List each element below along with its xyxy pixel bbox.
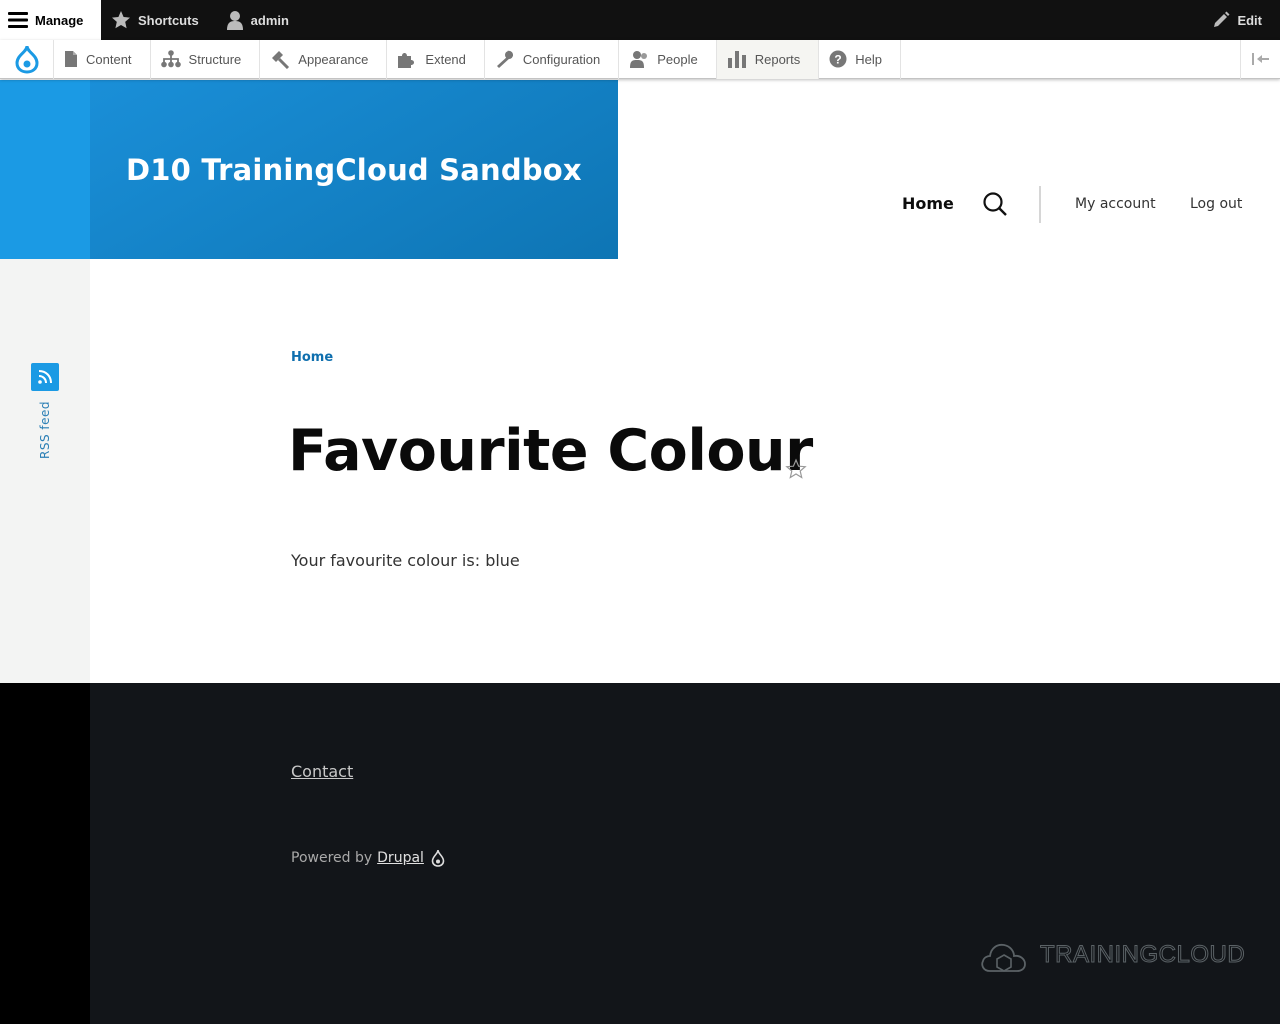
admin-tray: Content Structure Appearance Extend Conf… bbox=[0, 39, 1280, 79]
tray-item-content[interactable]: Content bbox=[54, 39, 151, 79]
tray-item-label: Content bbox=[86, 51, 132, 67]
tray-item-appearance[interactable]: Appearance bbox=[260, 39, 388, 79]
rss-icon bbox=[38, 370, 52, 384]
drupal-link[interactable]: Drupal bbox=[377, 850, 424, 866]
search-button[interactable] bbox=[982, 191, 1008, 217]
collapse-icon bbox=[1251, 53, 1269, 65]
user-tab[interactable]: admin bbox=[212, 0, 302, 40]
gutter-header-fill bbox=[0, 80, 90, 259]
pencil-icon bbox=[1214, 11, 1230, 27]
tray-item-label: Structure bbox=[188, 51, 242, 67]
user-label: admin bbox=[250, 12, 289, 28]
edit-label: Edit bbox=[1237, 12, 1262, 28]
admin-toolbar: Manage Shortcuts admin Edit bbox=[0, 0, 1280, 40]
svg-text:?: ? bbox=[835, 53, 842, 67]
add-shortcut-button[interactable] bbox=[785, 458, 807, 480]
tray-item-structure[interactable]: Structure bbox=[151, 39, 261, 79]
star-icon bbox=[112, 11, 130, 29]
site-name[interactable]: D10 TrainingCloud Sandbox bbox=[126, 153, 582, 187]
star-outline-icon bbox=[785, 458, 807, 479]
page-title: Favourite Colour bbox=[288, 418, 813, 484]
tray-item-label: Appearance bbox=[298, 51, 369, 67]
tray-item-label: Help bbox=[855, 51, 882, 67]
manage-label: Manage bbox=[35, 12, 84, 28]
my-account-link[interactable]: My account bbox=[1075, 196, 1156, 212]
user-icon bbox=[226, 11, 243, 30]
drupal-drop-icon bbox=[431, 849, 445, 867]
shortcuts-tab[interactable]: Shortcuts bbox=[101, 0, 212, 40]
tray-item-label: Configuration bbox=[522, 51, 601, 67]
tray-item-configuration[interactable]: Configuration bbox=[485, 39, 620, 79]
shortcuts-label: Shortcuts bbox=[138, 12, 199, 28]
contact-link[interactable]: Contact bbox=[291, 762, 353, 781]
people-icon bbox=[630, 51, 648, 68]
powered-by-label: Powered by bbox=[291, 850, 373, 866]
trainingcloud-logo[interactable]: TRAININGCLOUD bbox=[980, 935, 1245, 975]
tray-item-label: People bbox=[657, 51, 698, 67]
nav-link-home[interactable]: Home bbox=[902, 194, 954, 213]
trainingcloud-wordmark: TRAININGCLOUD bbox=[1039, 941, 1246, 969]
rss-feed-link[interactable] bbox=[31, 363, 59, 391]
tray-item-label: Reports bbox=[754, 51, 801, 67]
wrench-icon bbox=[496, 50, 513, 68]
drupal-logo-icon bbox=[14, 45, 39, 74]
footer-gutter bbox=[0, 683, 90, 1024]
tray-item-reports[interactable]: Reports bbox=[716, 39, 820, 79]
body-text: Your favourite colour is: blue bbox=[291, 551, 520, 570]
collapse-tray-button[interactable] bbox=[1240, 39, 1280, 79]
drupal-home-link[interactable] bbox=[0, 39, 54, 79]
nav-divider bbox=[1039, 186, 1041, 223]
help-icon: ? bbox=[829, 50, 847, 68]
bar-chart-icon bbox=[727, 51, 746, 68]
log-out-link[interactable]: Log out bbox=[1190, 196, 1242, 212]
search-icon bbox=[983, 192, 1007, 216]
file-icon bbox=[65, 51, 77, 67]
breadcrumb-home[interactable]: Home bbox=[291, 350, 333, 365]
sitemap-icon bbox=[160, 50, 181, 68]
tray-item-people[interactable]: People bbox=[619, 39, 717, 79]
tray-item-extend[interactable]: Extend bbox=[387, 39, 485, 79]
cloud-icon bbox=[981, 943, 1026, 972]
social-bar bbox=[0, 259, 90, 683]
menu-icon bbox=[8, 12, 28, 28]
edit-button[interactable]: Edit bbox=[1202, 0, 1280, 40]
manage-tab[interactable]: Manage bbox=[0, 0, 101, 40]
puzzle-icon bbox=[398, 53, 415, 68]
paintbrush-icon bbox=[272, 51, 290, 69]
rss-feed-label[interactable]: RSS feed bbox=[38, 401, 52, 459]
tray-item-label: Extend bbox=[425, 51, 466, 67]
tray-item-help[interactable]: ? Help bbox=[819, 39, 901, 79]
powered-by: Powered by Drupal bbox=[291, 849, 445, 867]
site-branding: D10 TrainingCloud Sandbox bbox=[90, 80, 618, 259]
